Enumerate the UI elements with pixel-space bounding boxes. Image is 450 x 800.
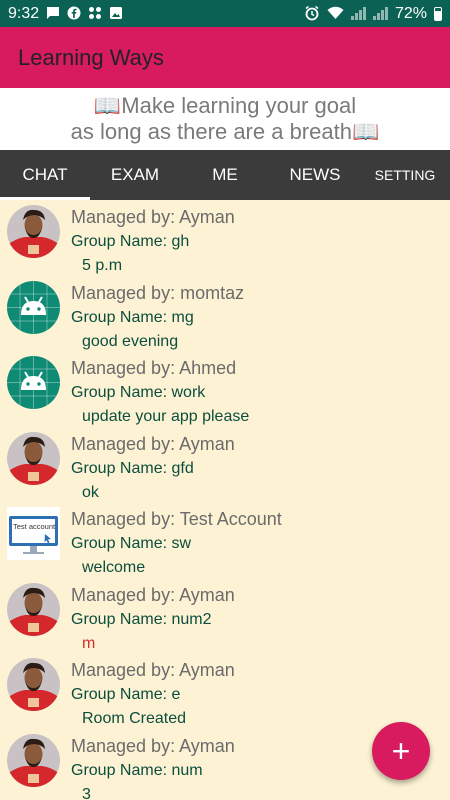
app-title: Learning Ways — [18, 44, 164, 70]
chat-manager-label: Managed by: Ayman — [71, 660, 235, 680]
plus-icon: + — [391, 732, 411, 769]
user-avatar — [7, 658, 60, 711]
user-avatar — [7, 733, 60, 787]
chat-list-item[interactable]: Managed by: Ayman Group Name: gh 5 p.m — [0, 200, 450, 275]
apps-icon — [88, 6, 102, 22]
image-icon — [109, 6, 123, 22]
chat-last-message: ok — [82, 483, 99, 501]
chat-last-message: welcome — [82, 559, 146, 576]
chat-last-message: m — [82, 634, 96, 652]
test-account-avatar: Test account — [7, 507, 60, 560]
tab-exam[interactable]: EXAM — [90, 150, 180, 200]
chat-group-name: Group Name: num2 — [71, 610, 212, 628]
chat-last-message: update your app please — [82, 408, 250, 425]
tab-setting[interactable]: SETTING — [360, 150, 450, 200]
chat-last-message: Room Created — [82, 710, 187, 727]
chat-last-message: good evening — [82, 332, 179, 350]
status-bar: 9:32 72% — [0, 0, 450, 27]
chat-list-item[interactable]: Managed by: Ayman Group Name: gfd ok — [0, 427, 450, 502]
chat-list-item[interactable]: Managed by: momtaz Group Name: mg good eve… — [0, 276, 450, 351]
status-time: 9:32 — [8, 4, 40, 22]
motivation-banner: 📖Make learning your goal as long as ther… — [0, 88, 450, 150]
chat-manager-label: Managed by: Ayman — [71, 207, 235, 227]
chat-group-name: Group Name: gh — [71, 233, 190, 250]
add-group-button[interactable]: + — [372, 722, 430, 780]
chat-notification-icon — [46, 6, 60, 22]
chat-last-message: 5 p.m — [82, 257, 123, 274]
chat-manager-label: Managed by: momtaz — [71, 282, 245, 303]
chat-manager-label: Managed by: Ayman — [71, 433, 235, 454]
banner-line-1: 📖Make learning your goal — [93, 93, 357, 118]
chat-last-message: 3 — [82, 785, 91, 800]
chat-manager-label: Managed by: Ahmed — [71, 358, 237, 378]
chat-group-name: Group Name: mg — [71, 308, 194, 326]
signal-icon — [350, 7, 366, 20]
alarm-icon — [304, 5, 320, 23]
battery-percentage: 72% — [394, 4, 427, 22]
chat-list-item[interactable]: Managed by: Ayman Group Name: e Room Creat… — [0, 653, 450, 728]
chat-group-name: Group Name: work — [71, 384, 206, 401]
chat-group-name: Group Name: num — [71, 761, 203, 779]
chat-list-item[interactable]: Managed by: Ayman Group Name: num2 m — [0, 578, 450, 653]
user-avatar — [7, 431, 60, 485]
tab-news[interactable]: NEWS — [270, 150, 360, 200]
tab-me[interactable]: ME — [180, 150, 270, 200]
chat-group-name: Group Name: gfd — [71, 459, 194, 477]
chat-group-name: Group Name: e — [71, 686, 181, 703]
battery-icon — [434, 6, 442, 21]
facebook-icon — [67, 6, 81, 22]
tab-chat[interactable]: CHAT — [0, 150, 90, 200]
chat-list-item[interactable]: Managed by: Ahmed Group Name: work update … — [0, 351, 450, 426]
tab-bar: CHAT EXAM ME NEWS SETTING — [0, 150, 450, 200]
wifi-icon — [327, 6, 344, 22]
chat-manager-label: Managed by: Test Account — [71, 509, 282, 529]
test-account-avatar-text: Test account — [13, 522, 56, 531]
android-avatar-icon — [7, 356, 60, 409]
banner-line-2: as long as there are a breath📖 — [70, 119, 380, 144]
signal-icon-2 — [372, 7, 388, 20]
android-avatar-icon — [7, 280, 60, 334]
chat-list-item[interactable]: Test account Managed by: Test Account Grou… — [0, 502, 450, 577]
chat-manager-label: Managed by: Ayman — [71, 735, 235, 756]
app-bar: Learning Ways — [0, 27, 450, 88]
chat-manager-label: Managed by: Ayman — [71, 584, 235, 605]
chat-list: Managed by: Ayman Group Name: gh 5 p.m Mana… — [0, 200, 450, 800]
user-avatar — [7, 205, 60, 258]
user-avatar — [7, 582, 60, 636]
chat-group-name: Group Name: sw — [71, 535, 192, 552]
